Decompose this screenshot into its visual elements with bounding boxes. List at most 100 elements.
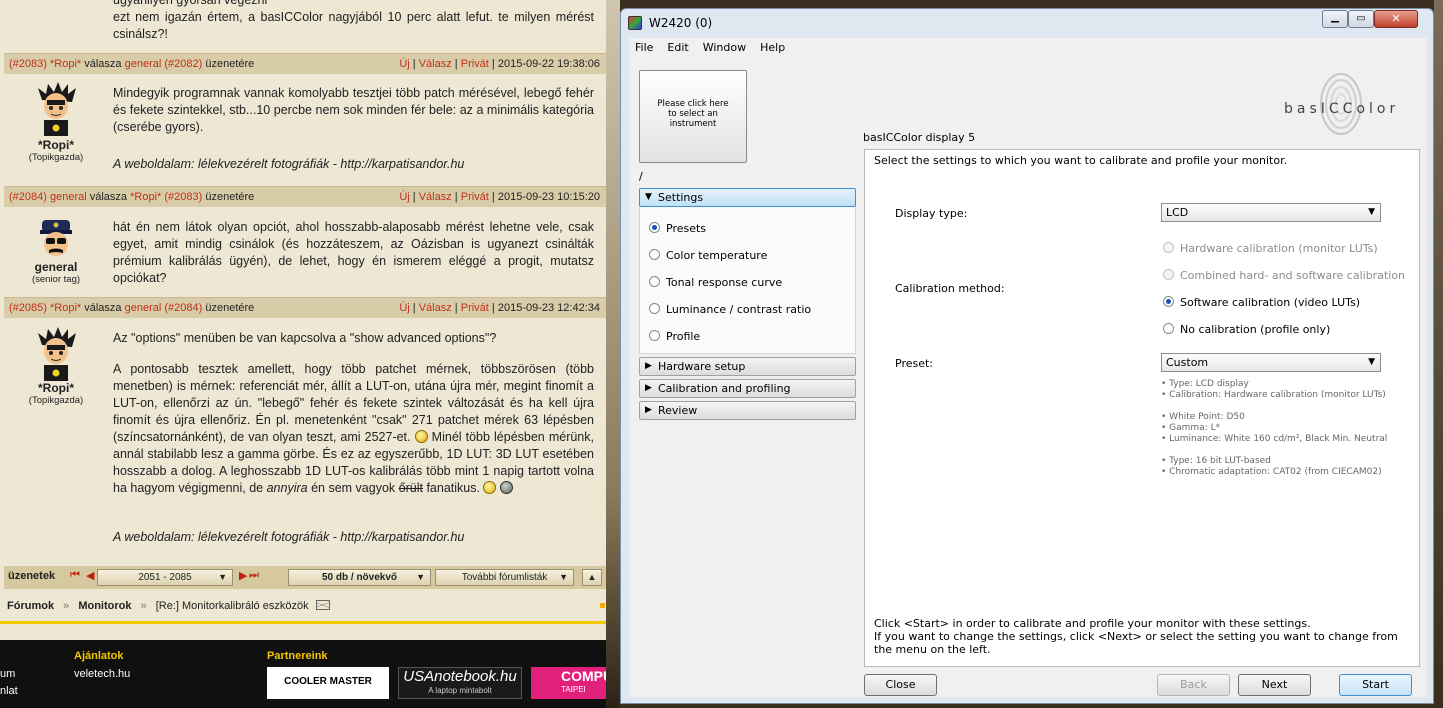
post-date: 2015-09-22 19:38:06 [497,58,600,70]
background-stripe [606,0,620,708]
post-signature: A weboldalam: lélekvezérelt fotográfiák … [113,157,465,171]
preset-value: Custom [1166,356,1209,369]
menu-file[interactable]: File [635,41,653,54]
option-no-calibration[interactable]: No calibration (profile only) [1163,323,1330,336]
preset-info-line: • Type: LCD display [1161,379,1249,389]
app-client-area: Please click here to select an instrumen… [629,57,1427,697]
post-text-emphasis: annyira [266,481,308,495]
nav-section-calibration[interactable]: ▶ Calibration and profiling [639,379,856,398]
nav-item-color-temperature[interactable]: Color temperature [649,249,767,262]
post-date: 2015-09-23 10:15:20 [497,191,600,203]
post-signature: A weboldalam: lélekvezérelt fotográfiák … [113,530,465,544]
usanotebook-logo[interactable]: USAnotebook.hu A laptop mintabolt [398,667,522,699]
nav-item-luminance[interactable]: Luminance / contrast ratio [649,303,811,316]
reply-to-user[interactable]: general [125,58,162,70]
menu-edit[interactable]: Edit [667,41,688,54]
minimize-button[interactable]: ▁ [1322,10,1348,28]
per-page-select[interactable]: 50 db / növekvő ▼ [288,569,431,586]
private-link[interactable]: Privát [461,191,489,203]
nav-item-label: Color temperature [666,249,768,262]
nav-item-tonal-response[interactable]: Tonal response curve [649,276,782,289]
pagination-bar: üzenetek ⏮ ◀ 2051 - 2085 ▼ ▶ ⏭ 50 db / n… [4,566,606,589]
display-type-select[interactable]: LCD ▼ [1161,203,1381,222]
expand-right-icon: ▶ [645,405,652,415]
radio-icon [1163,242,1174,253]
post-number[interactable]: (#2083) [9,58,47,70]
nav-item-presets[interactable]: Presets [649,222,706,235]
nav-section-settings[interactable]: ▼ Settings [639,188,856,207]
nav-section-label: Hardware setup [658,360,746,373]
expand-right-icon: ▶ [645,383,652,393]
last-page-icon[interactable]: ⏭ [249,569,259,582]
nav-section-hardware[interactable]: ▶ Hardware setup [639,357,856,376]
product-name: basICColor display 5 [863,131,976,144]
usanotebook-tagline: A laptop mintabolt [428,686,492,695]
user-rank: (Topikgazda) [28,395,84,406]
computex-logo[interactable]: COMPU TAIPEI [531,667,606,699]
partners-heading: Partnereink [267,650,328,662]
username[interactable]: *Ropi* [4,381,108,395]
reply-to-user[interactable]: general [125,302,162,314]
preset-select[interactable]: Custom ▼ [1161,353,1381,372]
chevron-down-icon: ▼ [1368,207,1375,217]
desktop-background [1434,0,1443,708]
private-link[interactable]: Privát [461,58,489,70]
reply-to-post[interactable]: (#2083) [164,191,202,203]
per-page-value: 50 db / növekvő [321,572,398,583]
reply-link[interactable]: Válasz [419,191,452,203]
reply-link[interactable]: Válasz [419,58,452,70]
app-window: W2420 (0) ▁ ▭ ✕ File Edit Window Help Pleas… [620,8,1434,704]
radio-icon [1163,269,1174,280]
instrument-select-button[interactable]: Please click here to select an instrumen… [639,70,747,163]
username[interactable]: *Ropi* [4,138,108,152]
nav-item-label: Tonal response curve [666,276,783,289]
post-author[interactable]: *Ropi* [50,302,81,314]
nav-section-review[interactable]: ▶ Review [639,401,856,420]
new-link[interactable]: Új [399,302,409,314]
ropi-avatar[interactable] [34,82,78,136]
reply-to-user[interactable]: *Ropi* [130,191,161,203]
new-link[interactable]: Új [399,191,409,203]
reply-link[interactable]: Válasz [419,302,452,314]
offer-link[interactable]: veletech.hu [74,668,130,680]
nav-item-profile[interactable]: Profile [649,330,700,343]
post-number[interactable]: (#2085) [9,302,47,314]
footer-link[interactable]: um [0,668,15,680]
reply-to-post[interactable]: (#2082) [164,58,202,70]
post-author[interactable]: general [50,191,87,203]
next-button[interactable]: Next [1238,674,1311,696]
footer-link[interactable]: nlat [0,685,18,697]
envelope-icon[interactable] [315,600,330,610]
breadcrumb-monitors[interactable]: Monitorok [78,600,131,612]
coolermaster-logo[interactable]: COOLER MASTER [267,667,389,699]
close-window-button[interactable]: ✕ [1374,10,1418,28]
breadcrumb-topic[interactable]: [Re:] Monitorkalibráló eszközök [156,600,309,612]
post-number[interactable]: (#2084) [9,191,47,203]
offers-heading: Ajánlatok [74,650,124,662]
menu-help[interactable]: Help [760,41,785,54]
start-button[interactable]: Start [1339,674,1412,696]
next-page-icon[interactable]: ▶ [239,569,247,582]
preset-label: Preset: [895,357,934,370]
username[interactable]: general [4,260,108,274]
reply-word: válasza [89,191,128,203]
reply-to-post[interactable]: (#2084) [164,302,202,314]
post-header: (#2085) *Ropi* válasza general (#2084) ü… [4,297,606,318]
new-link[interactable]: Új [399,58,409,70]
skull-smiley-icon [499,481,513,494]
more-forums-select[interactable]: További fórumlisták ▼ [435,569,574,586]
maximize-button[interactable]: ▭ [1348,10,1374,28]
scroll-top-button[interactable]: ▲ [582,569,602,586]
menu-window[interactable]: Window [703,41,746,54]
close-button[interactable]: Close [864,674,937,696]
private-link[interactable]: Privát [461,302,489,314]
prev-page-icon[interactable]: ◀ [86,569,94,582]
breadcrumb-forums[interactable]: Fórumok [7,600,54,612]
option-software-calibration[interactable]: Software calibration (video LUTs) [1163,296,1360,309]
ropi-avatar[interactable] [34,327,78,381]
post-author[interactable]: *Ropi* [50,58,81,70]
page-range-select[interactable]: 2051 - 2085 ▼ [97,569,233,586]
first-page-icon[interactable]: ⏮ [70,569,80,582]
chevron-up-icon: ▲ [587,572,597,582]
window-titlebar[interactable]: W2420 (0) ▁ ▭ ✕ [621,9,1433,37]
